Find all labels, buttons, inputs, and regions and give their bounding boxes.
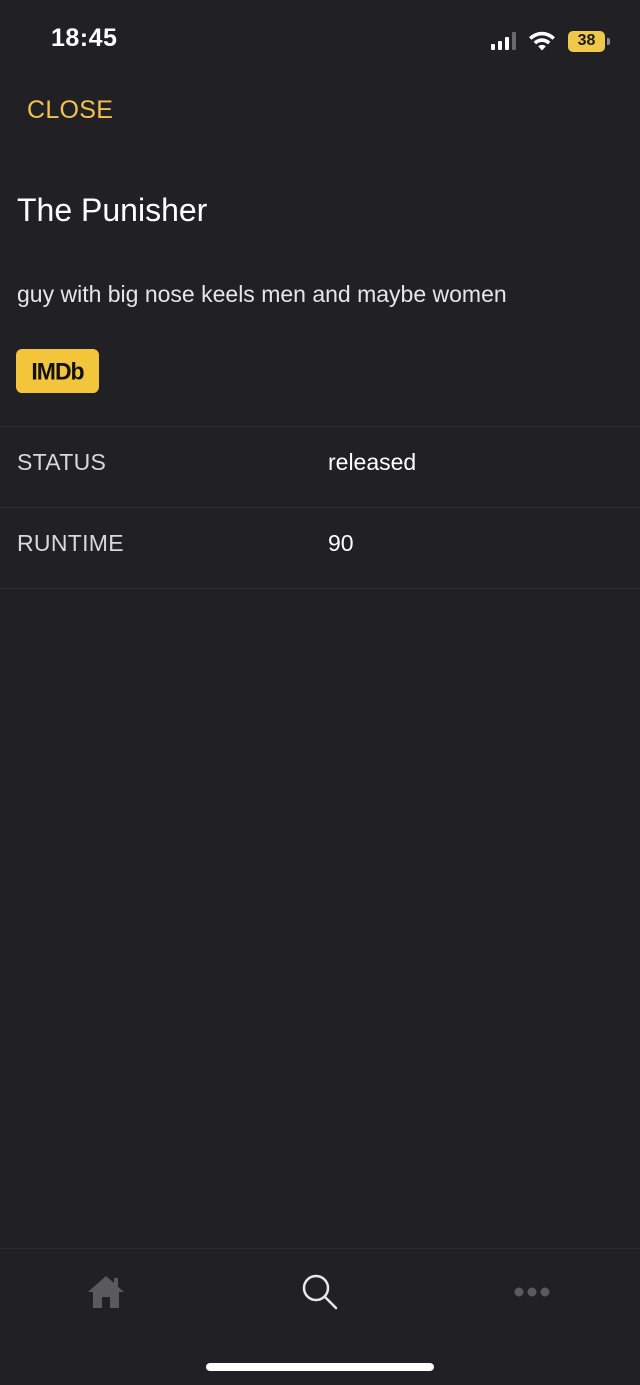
wifi-icon [529,31,555,51]
page-title: The Punisher [17,192,208,228]
status-bar: 18:45 38 [0,0,640,80]
search-icon [300,1272,340,1312]
info-row-runtime: RUNTIME 90 [0,508,640,589]
home-icon [87,1274,125,1310]
status-time: 18:45 [51,24,118,52]
info-label: STATUS [17,449,107,475]
battery-level: 38 [568,30,605,52]
close-button[interactable]: CLOSE [27,96,113,125]
imdb-button[interactable]: IMDb [16,348,99,394]
info-table: STATUS released RUNTIME 90 [0,426,640,589]
more-icon [512,1286,552,1298]
info-row-status: STATUS released [0,427,640,508]
tab-more[interactable] [492,1267,572,1317]
home-indicator[interactable] [206,1363,434,1371]
status-indicators: 38 [491,28,610,54]
movie-description: guy with big nose keels men and maybe wo… [17,281,507,307]
tab-home[interactable] [66,1267,146,1317]
tab-search[interactable] [280,1267,360,1317]
info-value: 90 [328,530,354,556]
info-value: released [328,449,417,475]
battery-icon: 38 [568,30,610,52]
screen: 18:45 38 CLOSE The Punisher guy with big… [0,0,640,1385]
info-label: RUNTIME [17,530,124,556]
cellular-signal-icon [491,32,516,50]
